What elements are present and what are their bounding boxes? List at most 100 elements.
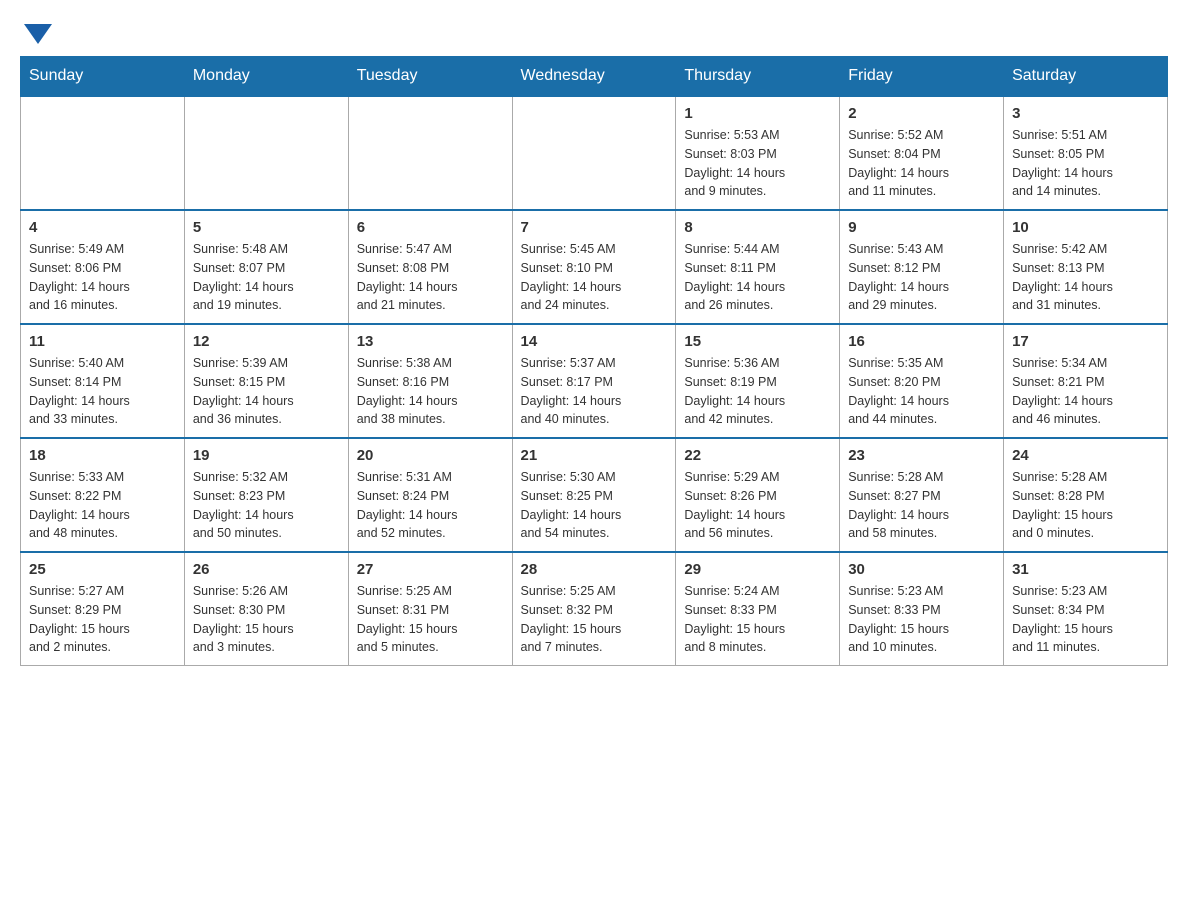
day-number: 31 <box>1012 561 1159 578</box>
day-number: 7 <box>521 219 668 236</box>
weekday-header-friday: Friday <box>840 57 1004 97</box>
weekday-header-wednesday: Wednesday <box>512 57 676 97</box>
day-info: Sunrise: 5:24 AM Sunset: 8:33 PM Dayligh… <box>684 582 831 657</box>
day-info: Sunrise: 5:51 AM Sunset: 8:05 PM Dayligh… <box>1012 126 1159 201</box>
day-number: 11 <box>29 333 176 350</box>
day-number: 29 <box>684 561 831 578</box>
day-info: Sunrise: 5:45 AM Sunset: 8:10 PM Dayligh… <box>521 240 668 315</box>
week-row-4: 18 Sunrise: 5:33 AM Sunset: 8:22 PM Dayli… <box>21 438 1168 552</box>
weekday-header-sunday: Sunday <box>21 57 185 97</box>
day-number: 5 <box>193 219 340 236</box>
day-cell: 24 Sunrise: 5:28 AM Sunset: 8:28 PM Dayli… <box>1004 438 1168 552</box>
day-info: Sunrise: 5:29 AM Sunset: 8:26 PM Dayligh… <box>684 468 831 543</box>
day-number: 30 <box>848 561 995 578</box>
day-info: Sunrise: 5:25 AM Sunset: 8:31 PM Dayligh… <box>357 582 504 657</box>
day-info: Sunrise: 5:52 AM Sunset: 8:04 PM Dayligh… <box>848 126 995 201</box>
day-info: Sunrise: 5:42 AM Sunset: 8:13 PM Dayligh… <box>1012 240 1159 315</box>
day-info: Sunrise: 5:48 AM Sunset: 8:07 PM Dayligh… <box>193 240 340 315</box>
day-info: Sunrise: 5:43 AM Sunset: 8:12 PM Dayligh… <box>848 240 995 315</box>
weekday-header-tuesday: Tuesday <box>348 57 512 97</box>
day-cell: 26 Sunrise: 5:26 AM Sunset: 8:30 PM Dayli… <box>184 552 348 666</box>
day-info: Sunrise: 5:28 AM Sunset: 8:28 PM Dayligh… <box>1012 468 1159 543</box>
day-number: 14 <box>521 333 668 350</box>
logo-triangle-icon <box>24 24 52 44</box>
week-row-1: 1Sunrise: 5:53 AM Sunset: 8:03 PM Daylig… <box>21 96 1168 210</box>
day-number: 10 <box>1012 219 1159 236</box>
day-info: Sunrise: 5:49 AM Sunset: 8:06 PM Dayligh… <box>29 240 176 315</box>
day-info: Sunrise: 5:44 AM Sunset: 8:11 PM Dayligh… <box>684 240 831 315</box>
day-cell: 23 Sunrise: 5:28 AM Sunset: 8:27 PM Dayli… <box>840 438 1004 552</box>
day-number: 27 <box>357 561 504 578</box>
day-cell: 11 Sunrise: 5:40 AM Sunset: 8:14 PM Dayli… <box>21 324 185 438</box>
day-cell: 27 Sunrise: 5:25 AM Sunset: 8:31 PM Dayli… <box>348 552 512 666</box>
day-info: Sunrise: 5:36 AM Sunset: 8:19 PM Dayligh… <box>684 354 831 429</box>
day-cell <box>348 96 512 210</box>
day-number: 22 <box>684 447 831 464</box>
day-info: Sunrise: 5:33 AM Sunset: 8:22 PM Dayligh… <box>29 468 176 543</box>
day-cell: 21 Sunrise: 5:30 AM Sunset: 8:25 PM Dayli… <box>512 438 676 552</box>
week-row-2: 4Sunrise: 5:49 AM Sunset: 8:06 PM Daylig… <box>21 210 1168 324</box>
day-info: Sunrise: 5:27 AM Sunset: 8:29 PM Dayligh… <box>29 582 176 657</box>
day-cell: 10 Sunrise: 5:42 AM Sunset: 8:13 PM Dayli… <box>1004 210 1168 324</box>
day-number: 16 <box>848 333 995 350</box>
day-number: 8 <box>684 219 831 236</box>
day-number: 21 <box>521 447 668 464</box>
day-number: 2 <box>848 105 995 122</box>
day-info: Sunrise: 5:47 AM Sunset: 8:08 PM Dayligh… <box>357 240 504 315</box>
day-info: Sunrise: 5:34 AM Sunset: 8:21 PM Dayligh… <box>1012 354 1159 429</box>
day-number: 26 <box>193 561 340 578</box>
calendar-table: SundayMondayTuesdayWednesdayThursdayFrid… <box>20 56 1168 666</box>
day-number: 6 <box>357 219 504 236</box>
day-cell: 14 Sunrise: 5:37 AM Sunset: 8:17 PM Dayli… <box>512 324 676 438</box>
week-row-3: 11 Sunrise: 5:40 AM Sunset: 8:14 PM Dayli… <box>21 324 1168 438</box>
weekday-header-monday: Monday <box>184 57 348 97</box>
day-cell: 12 Sunrise: 5:39 AM Sunset: 8:15 PM Dayli… <box>184 324 348 438</box>
day-cell: 3 Sunrise: 5:51 AM Sunset: 8:05 PM Daylig… <box>1004 96 1168 210</box>
weekday-header-saturday: Saturday <box>1004 57 1168 97</box>
day-number: 20 <box>357 447 504 464</box>
day-number: 24 <box>1012 447 1159 464</box>
day-number: 15 <box>684 333 831 350</box>
day-number: 25 <box>29 561 176 578</box>
day-cell: 6 Sunrise: 5:47 AM Sunset: 8:08 PM Daylig… <box>348 210 512 324</box>
day-cell: 4Sunrise: 5:49 AM Sunset: 8:06 PM Daylig… <box>21 210 185 324</box>
day-info: Sunrise: 5:38 AM Sunset: 8:16 PM Dayligh… <box>357 354 504 429</box>
day-cell: 8 Sunrise: 5:44 AM Sunset: 8:11 PM Daylig… <box>676 210 840 324</box>
day-number: 3 <box>1012 105 1159 122</box>
day-number: 28 <box>521 561 668 578</box>
day-cell <box>512 96 676 210</box>
day-info: Sunrise: 5:32 AM Sunset: 8:23 PM Dayligh… <box>193 468 340 543</box>
day-info: Sunrise: 5:23 AM Sunset: 8:33 PM Dayligh… <box>848 582 995 657</box>
day-info: Sunrise: 5:31 AM Sunset: 8:24 PM Dayligh… <box>357 468 504 543</box>
day-info: Sunrise: 5:28 AM Sunset: 8:27 PM Dayligh… <box>848 468 995 543</box>
day-info: Sunrise: 5:23 AM Sunset: 8:34 PM Dayligh… <box>1012 582 1159 657</box>
day-cell: 7 Sunrise: 5:45 AM Sunset: 8:10 PM Daylig… <box>512 210 676 324</box>
day-info: Sunrise: 5:30 AM Sunset: 8:25 PM Dayligh… <box>521 468 668 543</box>
day-cell: 17Sunrise: 5:34 AM Sunset: 8:21 PM Dayli… <box>1004 324 1168 438</box>
day-info: Sunrise: 5:35 AM Sunset: 8:20 PM Dayligh… <box>848 354 995 429</box>
day-info: Sunrise: 5:40 AM Sunset: 8:14 PM Dayligh… <box>29 354 176 429</box>
day-info: Sunrise: 5:26 AM Sunset: 8:30 PM Dayligh… <box>193 582 340 657</box>
weekday-header-thursday: Thursday <box>676 57 840 97</box>
day-cell: 5 Sunrise: 5:48 AM Sunset: 8:07 PM Daylig… <box>184 210 348 324</box>
calendar-header-row: SundayMondayTuesdayWednesdayThursdayFrid… <box>21 57 1168 97</box>
day-info: Sunrise: 5:37 AM Sunset: 8:17 PM Dayligh… <box>521 354 668 429</box>
day-info: Sunrise: 5:39 AM Sunset: 8:15 PM Dayligh… <box>193 354 340 429</box>
day-cell: 29 Sunrise: 5:24 AM Sunset: 8:33 PM Dayli… <box>676 552 840 666</box>
day-number: 18 <box>29 447 176 464</box>
day-info: Sunrise: 5:53 AM Sunset: 8:03 PM Dayligh… <box>684 126 831 201</box>
day-number: 13 <box>357 333 504 350</box>
day-cell: 20 Sunrise: 5:31 AM Sunset: 8:24 PM Dayli… <box>348 438 512 552</box>
week-row-5: 25 Sunrise: 5:27 AM Sunset: 8:29 PM Dayli… <box>21 552 1168 666</box>
day-number: 12 <box>193 333 340 350</box>
day-cell: 22 Sunrise: 5:29 AM Sunset: 8:26 PM Dayli… <box>676 438 840 552</box>
day-cell: 30 Sunrise: 5:23 AM Sunset: 8:33 PM Dayli… <box>840 552 1004 666</box>
day-cell: 25 Sunrise: 5:27 AM Sunset: 8:29 PM Dayli… <box>21 552 185 666</box>
day-cell: 18 Sunrise: 5:33 AM Sunset: 8:22 PM Dayli… <box>21 438 185 552</box>
day-info: Sunrise: 5:25 AM Sunset: 8:32 PM Dayligh… <box>521 582 668 657</box>
day-number: 9 <box>848 219 995 236</box>
day-cell: 15 Sunrise: 5:36 AM Sunset: 8:19 PM Dayli… <box>676 324 840 438</box>
day-cell: 13 Sunrise: 5:38 AM Sunset: 8:16 PM Dayli… <box>348 324 512 438</box>
day-cell: 19Sunrise: 5:32 AM Sunset: 8:23 PM Dayli… <box>184 438 348 552</box>
day-number: 23 <box>848 447 995 464</box>
